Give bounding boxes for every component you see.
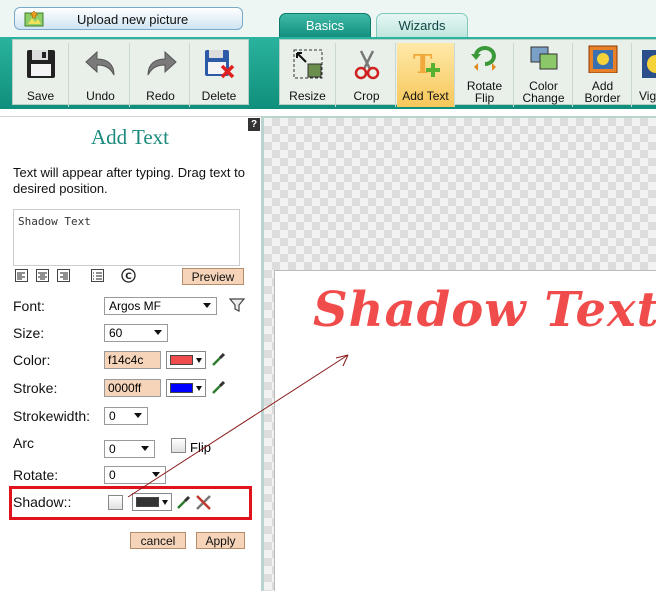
flip-checkbox[interactable]: [171, 438, 186, 453]
svg-text:C: C: [125, 272, 132, 282]
strokewidth-select[interactable]: 0: [104, 407, 148, 425]
resize-icon: [293, 49, 322, 79]
font-label: Font:: [13, 298, 45, 314]
panel-title: Add Text: [90, 125, 170, 149]
strokewidth-label: Strokewidth:: [13, 408, 91, 424]
upload-picture-icon: [24, 10, 44, 27]
upload-new-picture-label: Upload new picture: [77, 12, 189, 27]
crop-button[interactable]: Crop: [338, 43, 396, 107]
color-label: Color:: [13, 352, 51, 368]
resize-label: Resize: [289, 89, 326, 103]
upload-new-picture-button[interactable]: Upload new picture: [14, 7, 243, 30]
arc-label: Arc: [13, 435, 34, 451]
font-select[interactable]: Argos MF: [104, 297, 217, 315]
crop-label: Crop: [353, 89, 380, 103]
align-right-icon[interactable]: [57, 269, 70, 282]
color-swatch-dropdown[interactable]: [166, 351, 206, 369]
arc-select-value: 0: [109, 442, 116, 456]
stroke-hex-input[interactable]: 0000ff: [104, 379, 161, 397]
align-center-icon[interactable]: [36, 269, 49, 282]
add-text-label: Add Text: [402, 89, 449, 103]
add-border-button[interactable]: Add Border: [574, 43, 632, 107]
scissors-icon: [354, 50, 379, 80]
size-select-value: 60: [109, 326, 123, 340]
filter-icon[interactable]: [228, 296, 246, 314]
apply-button[interactable]: Apply: [196, 532, 245, 549]
add-text-icon: T: [413, 50, 440, 80]
chevron-down-icon: [154, 330, 162, 335]
save-button[interactable]: Save: [13, 43, 69, 107]
vignette-label: Vig: [639, 89, 656, 103]
stroke-picker-icon[interactable]: [211, 379, 227, 395]
add-border-icon: [588, 45, 617, 73]
undo-arrow-icon: [84, 50, 114, 76]
rotate-flip-icon: [470, 46, 496, 71]
tab-basics[interactable]: Basics: [279, 13, 371, 37]
font-select-value: Argos MF: [109, 299, 162, 313]
color-chip: [170, 355, 193, 365]
flip-label: Flip: [190, 440, 211, 455]
delete-disk-icon: [205, 50, 235, 79]
vignette-button[interactable]: Vig: [633, 43, 656, 107]
chevron-down-icon: [134, 413, 142, 418]
color-picker-icon[interactable]: [211, 351, 227, 367]
preview-button[interactable]: Preview: [182, 268, 244, 285]
rotate-select-value: 0: [109, 468, 116, 482]
tab-wizards[interactable]: Wizards: [376, 13, 468, 37]
panel-hint: Text will appear after typing. Drag text…: [13, 165, 245, 196]
align-left-icon[interactable]: [15, 269, 28, 282]
undo-label: Undo: [86, 89, 115, 103]
stroke-label: Stroke:: [13, 380, 58, 396]
delete-label: Delete: [201, 89, 237, 103]
rotate-select[interactable]: 0: [104, 466, 166, 484]
toolbar: Save Undo Redo Delete Resize Crop T Add …: [0, 37, 656, 109]
toolbar-group-file: Save Undo Redo Delete: [12, 39, 249, 107]
vignette-icon: [642, 50, 656, 78]
chevron-down-icon: [203, 303, 211, 308]
toolbar-group-edit: Resize Crop T Add Text Rotate Flip Color…: [279, 39, 656, 107]
text-list-icon[interactable]: [91, 269, 104, 282]
add-text-button[interactable]: T Add Text: [397, 43, 455, 107]
strokewidth-select-value: 0: [109, 409, 116, 423]
stroke-chip: [170, 383, 193, 393]
color-change-button[interactable]: Color Change: [515, 43, 573, 107]
text-input[interactable]: [13, 209, 240, 266]
chevron-down-icon: [141, 446, 149, 451]
undo-button[interactable]: Undo: [72, 43, 130, 107]
svg-text:T: T: [413, 50, 433, 80]
floppy-disk-icon: [26, 50, 55, 78]
chevron-down-icon: [152, 472, 160, 477]
arc-select[interactable]: 0: [104, 440, 155, 458]
redo-button[interactable]: Redo: [132, 43, 190, 107]
add-border-label: Add Border: [584, 79, 621, 105]
shadow-highlight-box: [9, 486, 252, 520]
resize-button[interactable]: Resize: [280, 43, 336, 107]
color-change-label: Color Change: [522, 79, 565, 105]
cancel-button[interactable]: cancel: [130, 532, 186, 549]
canvas-text[interactable]: Shadow Text: [313, 282, 656, 338]
size-select[interactable]: 60: [104, 324, 168, 342]
redo-arrow-icon: [147, 50, 177, 76]
stroke-swatch-dropdown[interactable]: [166, 379, 206, 397]
chevron-down-icon: [196, 386, 202, 391]
copyright-icon[interactable]: C: [121, 268, 136, 283]
delete-button[interactable]: Delete: [191, 43, 247, 107]
save-label: Save: [26, 89, 55, 103]
redo-label: Redo: [146, 89, 175, 103]
rotate-flip-button[interactable]: Rotate Flip: [456, 43, 514, 107]
color-change-icon: [530, 46, 557, 70]
chevron-down-icon: [196, 358, 202, 363]
color-hex-input[interactable]: f14c4c: [104, 351, 161, 369]
rotate-label: Rotate:: [13, 467, 59, 483]
size-label: Size:: [13, 325, 45, 341]
rotate-flip-label: Rotate Flip: [466, 79, 503, 105]
